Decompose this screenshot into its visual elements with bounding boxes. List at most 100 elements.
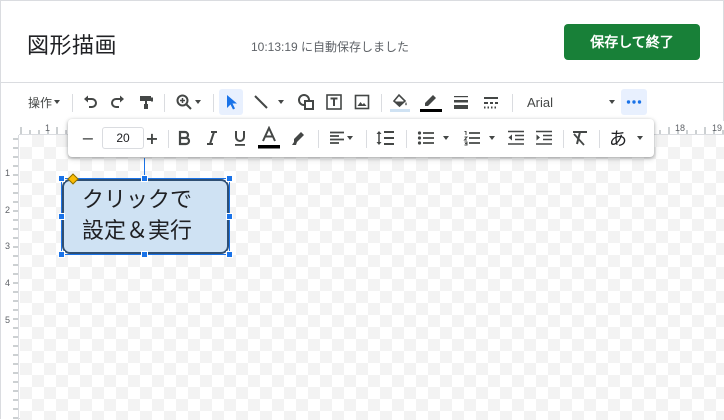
chevron-down-icon [278,100,284,104]
font-size-increase-button[interactable]: + [140,125,164,151]
italic-button[interactable] [200,125,224,151]
autosave-status: 10:13:19 に自動保存しました [251,40,410,54]
font-size-decrease-button[interactable]: − [76,125,100,151]
toolbar-divider [366,130,367,148]
ruler-label: 18 [675,123,686,133]
resize-handle[interactable] [141,175,148,182]
actions-menu[interactable]: 操作 [25,89,65,115]
ruler-label: 3 [5,241,11,251]
input-tools-button[interactable]: あ [605,125,649,151]
chevron-down-icon [347,136,353,140]
toolbar-divider [563,130,564,148]
toolbar-divider [164,94,165,112]
save-and-close-button[interactable]: 保存して終了 [564,24,700,60]
actions-menu-label: 操作 [27,95,52,110]
line-dash-button[interactable] [479,89,503,115]
align-left-icon [330,131,344,144]
bold-button[interactable] [172,125,196,151]
more-options-button[interactable] [621,89,647,115]
line-weight-icon [454,96,468,109]
zoom-button[interactable] [171,89,207,115]
line-spacing-button[interactable] [372,125,398,151]
bulleted-list-button[interactable] [414,125,454,151]
dialog-title: 図形描画 [27,34,118,59]
undo-icon [84,95,97,108]
font-family-select[interactable]: Arial [521,89,617,115]
indent-decrease-icon [508,130,524,145]
fill-color-button[interactable] [388,89,412,115]
toolbar-divider [599,130,600,148]
redo-button[interactable] [107,89,129,115]
line-icon [254,95,268,109]
selection-frame [61,178,230,255]
drawing-dialog: 図形描画 10:13:19 に自動保存しました 保存して終了 操作 Arial … [0,0,724,420]
redo-icon [111,95,124,108]
select-tool-button[interactable] [219,89,243,115]
indent-increase-icon [536,130,552,145]
input-tools-glyph: あ [609,129,627,150]
shape-tool-button[interactable] [295,89,317,115]
text-box-button[interactable] [323,89,345,115]
resize-handle[interactable] [226,175,233,182]
image-button[interactable] [351,89,373,115]
chevron-down-icon [637,136,643,140]
resize-handle[interactable] [58,213,65,220]
resize-handle[interactable] [226,213,233,220]
line-weight-button[interactable] [450,89,472,115]
underline-icon [235,131,245,146]
bulleted-list-icon [417,131,434,145]
line-color-button[interactable] [419,89,443,115]
text-color-button[interactable] [256,125,282,151]
decrease-indent-button[interactable] [504,125,528,151]
more-horiz-icon [626,100,642,104]
chevron-down-icon [443,136,449,140]
numbered-list-button[interactable] [460,125,500,151]
pencil-icon [420,95,442,112]
text-format-toolbar: − 20 + あ [68,119,654,157]
ruler-label: 1 [45,123,51,133]
underline-button[interactable] [228,125,252,151]
undo-button[interactable] [79,89,101,115]
toolbar-divider [381,94,382,112]
ruler-label: 1 [5,168,11,178]
ruler-label: 4 [5,278,11,288]
text-color-icon [258,126,280,149]
cursor-icon [227,95,237,110]
image-icon [354,94,370,110]
shape-icon [298,94,314,110]
highlight-color-button[interactable] [287,125,311,151]
line-spacing-icon [376,131,394,145]
align-button[interactable] [324,125,360,151]
chevron-down-icon [54,100,60,104]
drawing-toolbar: 操作 Arial [1,83,724,121]
paint-format-button[interactable] [135,89,157,115]
toolbar-divider [318,130,319,148]
highlighter-icon [292,132,304,145]
resize-handle[interactable] [58,175,65,182]
vertical-ruler: 1 2 3 4 5 [1,135,19,420]
font-family-value: Arial [527,94,554,110]
toolbar-divider [406,130,407,148]
zoom-icon [176,94,192,110]
line-dash-icon [484,97,498,109]
toolbar-divider [72,94,73,112]
ruler-label: 2 [5,205,11,215]
clear-formatting-icon [573,131,587,146]
italic-icon [207,131,217,145]
chevron-down-icon [609,100,615,104]
toolbar-divider [213,94,214,112]
chevron-down-icon [195,100,201,104]
resize-handle[interactable] [58,251,65,258]
line-tool-button[interactable] [249,89,289,115]
fill-color-icon [390,93,410,112]
paint-format-icon [140,96,153,109]
text-box-icon [326,94,342,110]
resize-handle[interactable] [226,251,233,258]
clear-formatting-button[interactable] [568,125,592,151]
font-size-input[interactable]: 20 [102,127,144,149]
resize-handle[interactable] [141,251,148,258]
increase-indent-button[interactable] [532,125,556,151]
toolbar-divider [512,94,513,112]
bold-icon [178,130,191,146]
ruler-label: 5 [5,315,11,325]
